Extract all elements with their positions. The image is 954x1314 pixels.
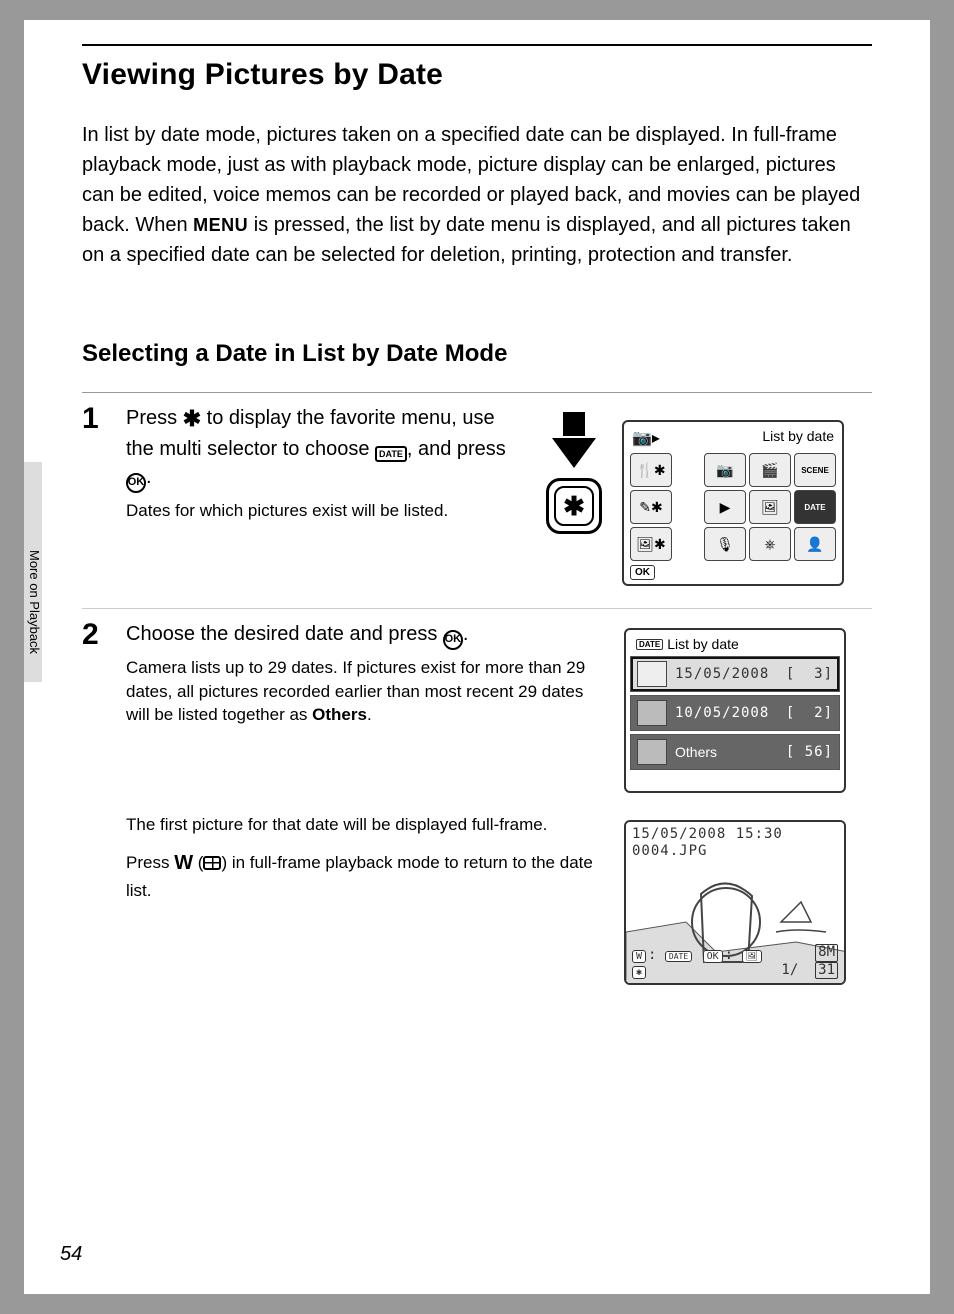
pill-fav: ✱: [632, 966, 646, 979]
date-row-0: 15/05/2008 [ 3]: [630, 656, 840, 692]
ok-indicator: OK: [630, 565, 655, 580]
step-2-sub-c: .: [367, 705, 372, 724]
step-2: 2 Choose the desired date and press OK. …: [82, 620, 596, 727]
step-2-para2: The first picture for that date will be …: [126, 812, 596, 903]
date-mode-icon: DATE: [636, 639, 663, 650]
spacer: [675, 453, 701, 487]
thumbnail-grid-icon: [203, 856, 221, 870]
fav-tile-custom-icon: 👤: [794, 527, 836, 561]
page-title: Viewing Pictures by Date: [82, 58, 443, 92]
fav-tile-food-icon: 🍴✱: [630, 453, 672, 487]
spacer: [675, 490, 701, 524]
fav-tile-calendar-icon: 🖼: [749, 490, 791, 524]
fav-tile-camera-icon: 📷: [704, 453, 746, 487]
pill-date: DATE: [665, 951, 692, 962]
favorite-asterisk-icon: ✱: [554, 486, 594, 526]
arrow-down-icon: [552, 438, 596, 468]
w-button-icon: W: [174, 852, 193, 874]
date-row-1-date: 10/05/2008: [675, 705, 786, 721]
favorite-menu-screen: 📷▸ List by date 🍴✱ 📷 🎬 SCENE ✎✱ ▶ 🖼 DATE…: [622, 420, 844, 586]
step-1-text-c: , and press: [407, 438, 506, 460]
spacer: [675, 527, 701, 561]
frame-indicator: 1/: [781, 962, 798, 978]
total-pics-badge: 31: [815, 962, 838, 979]
header-rule: [82, 44, 872, 46]
favorite-button-diagram: ✱: [534, 462, 614, 592]
ok-button-icon: OK: [443, 630, 463, 650]
pill-ok: OK: [703, 950, 723, 963]
list-by-date-screen: DATE List by date 15/05/2008 [ 3] 10/05/…: [624, 628, 846, 793]
step-2-para2-b-a: Press: [126, 853, 174, 872]
ok-button-icon: OK: [126, 473, 146, 493]
date-row-2-count-val: 56: [805, 744, 824, 760]
playback-bottom-left: W: DATE OK: 🖼 ✱: [632, 947, 781, 979]
menu-glyph: MENU: [193, 215, 248, 235]
step-2-text-b: .: [463, 623, 469, 645]
image-size-badge: 8M: [815, 944, 838, 961]
fav-tile-movie-icon: 🎬: [749, 453, 791, 487]
favorite-asterisk-icon: ✱: [183, 404, 201, 435]
fav-tile-setup-icon: ⎈: [749, 527, 791, 561]
date-row-1-count-val: 2: [814, 705, 823, 721]
page-number: 54: [60, 1243, 82, 1266]
favorite-button-outline: ✱: [546, 478, 602, 534]
date-row-0-count-val: 3: [814, 666, 823, 682]
fav-tile-date-icon: DATE: [794, 490, 836, 524]
date-row-2: Others [ 56]: [630, 734, 840, 770]
step-2-others-label: Others: [312, 705, 367, 724]
playback-filename: 0004.JPG: [632, 843, 783, 860]
step-1-text-d: .: [146, 466, 152, 488]
camera-mode-icon: 📷▸: [632, 428, 660, 448]
date-row-1: 10/05/2008 [ 2]: [630, 695, 840, 731]
date-row-2-date: Others: [675, 744, 786, 760]
pill-w: W: [632, 950, 646, 963]
date-thumb-icon: [637, 739, 667, 765]
fav-tile-voice-icon: 🎙: [704, 527, 746, 561]
date-row-2-count: [ 56]: [786, 744, 833, 760]
step-2-number: 2: [82, 620, 126, 650]
subhead-rule: [82, 392, 872, 393]
step-2-para2-b-b: (: [193, 853, 203, 872]
fav-tile-picture-icon: 🖼✱: [630, 527, 672, 561]
playback-screen: 15/05/2008 15:30 0004.JPG W: DATE OK: 🖼 …: [624, 820, 846, 985]
step-1-sub: Dates for which pictures exist will be l…: [126, 499, 506, 523]
step-divider: [82, 608, 872, 609]
fav-tile-draw-icon: ✎✱: [630, 490, 672, 524]
date-row-0-date: 15/05/2008: [675, 666, 786, 682]
date-row-1-count: [ 2]: [786, 705, 833, 721]
screen2-title-text: List by date: [667, 636, 739, 652]
screen1-title: List by date: [762, 428, 834, 448]
fav-tile-scene-icon: SCENE: [794, 453, 836, 487]
section-tab: More on Playback: [24, 462, 42, 682]
screen2-title: DATE List by date: [630, 634, 840, 656]
playback-bottom-right: 8M 1/ 31: [781, 944, 838, 979]
pill-img: 🖼: [742, 950, 763, 963]
date-row-0-count: [ 3]: [786, 666, 833, 682]
screen1-footer: OK: [630, 564, 836, 578]
subheading: Selecting a Date in List by Date Mode: [82, 340, 507, 368]
date-thumb-icon: [637, 700, 667, 726]
playback-datetime: 15/05/2008 15:30: [632, 826, 783, 843]
date-mode-icon: DATE: [375, 446, 407, 462]
date-thumb-icon: [637, 661, 667, 687]
playback-overlay-text: 15/05/2008 15:30 0004.JPG: [632, 826, 783, 860]
intro-paragraph: In list by date mode, pictures taken on …: [82, 120, 872, 270]
step-1-number: 1: [82, 404, 126, 434]
step-1-text-a: Press: [126, 407, 183, 429]
step-2-text-a: Choose the desired date and press: [126, 623, 443, 645]
step-1: 1 Press ✱ to display the favorite menu, …: [82, 404, 506, 522]
fav-tile-playback-icon: ▶: [704, 490, 746, 524]
step-2-para2-a: The first picture for that date will be …: [126, 812, 596, 838]
arrow-stem: [563, 412, 585, 436]
